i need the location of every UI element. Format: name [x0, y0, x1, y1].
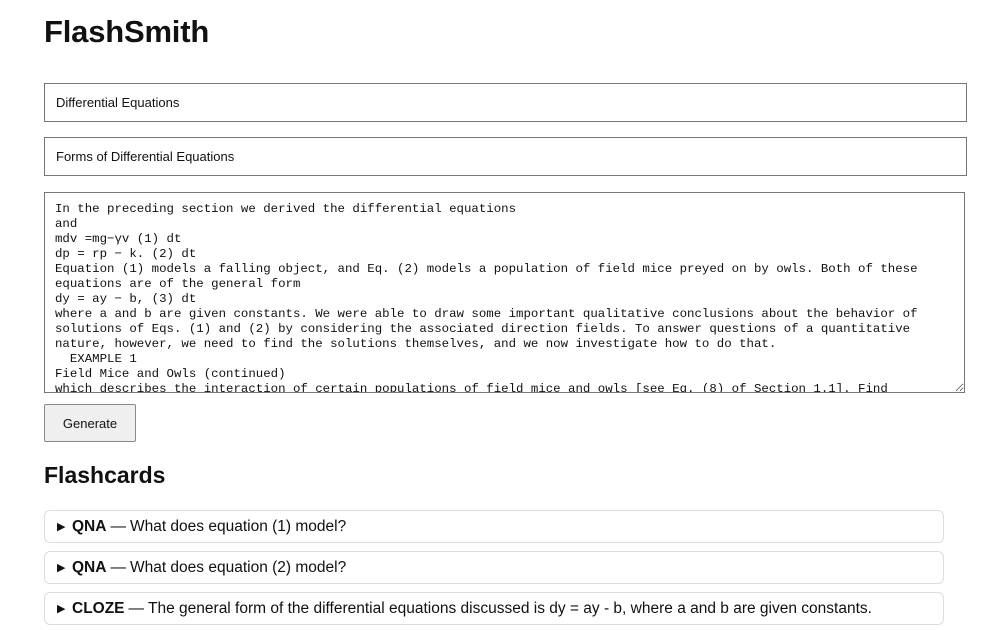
- expand-triangle-icon: ▶: [57, 521, 66, 533]
- app-title: FlashSmith: [44, 14, 210, 49]
- section-title-input[interactable]: [44, 137, 967, 176]
- card-summary-text: What does equation (2) model?: [129, 558, 347, 576]
- card-type-label: CLOZE: [72, 599, 125, 617]
- deck-name-input[interactable]: [44, 83, 967, 122]
- expand-triangle-icon: ▶: [57, 562, 66, 574]
- card-summary-text: The general form of the differential equ…: [148, 599, 872, 617]
- flashcard-item[interactable]: ▶ QNA — What does equation (1) model?: [44, 510, 944, 543]
- flashcard-item[interactable]: ▶ QNA — What does equation (2) model?: [44, 551, 944, 584]
- card-separator: —: [110, 558, 126, 576]
- expand-triangle-icon: ▶: [57, 603, 66, 615]
- page: FlashSmith In the preceding section we d…: [0, 0, 996, 630]
- card-summary-text: What does equation (1) model?: [129, 517, 347, 535]
- card-separator: —: [128, 599, 145, 617]
- flashcard-list: ▶ QNA — What does equation (1) model? ▶ …: [44, 510, 944, 630]
- flashcards-heading: Flashcards: [44, 462, 166, 488]
- generate-button[interactable]: Generate: [44, 404, 136, 442]
- card-type-label: QNA: [72, 558, 107, 576]
- card-type-label: QNA: [72, 517, 107, 535]
- flashcard-item[interactable]: ▶ CLOZE — The general form of the differ…: [44, 592, 944, 625]
- card-separator: —: [110, 517, 126, 535]
- source-text-area[interactable]: In the preceding section we derived the …: [44, 192, 965, 393]
